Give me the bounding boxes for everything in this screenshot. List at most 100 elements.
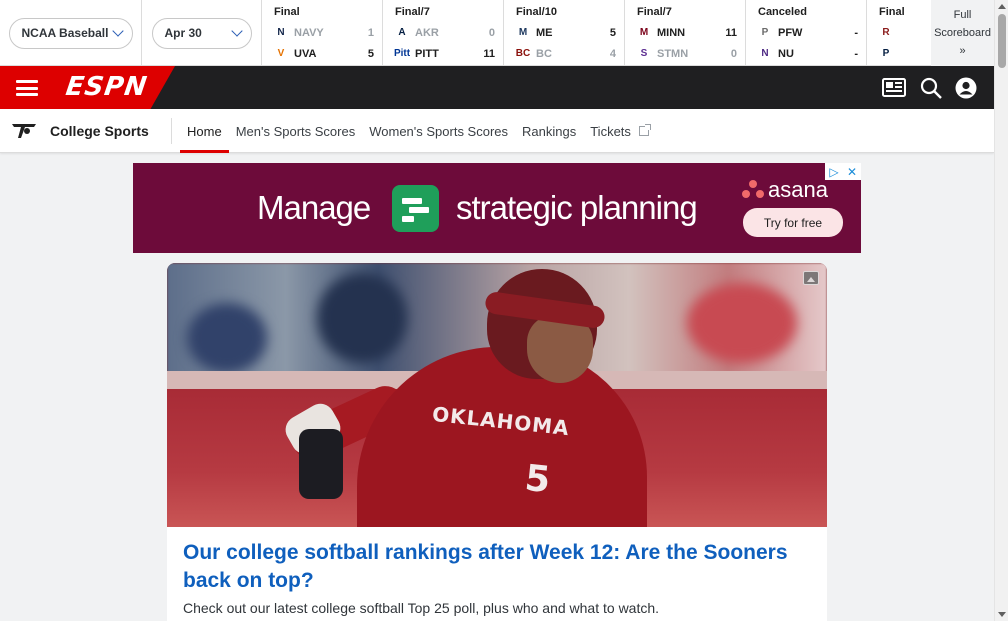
team-logo-icon: N [277, 27, 285, 38]
team-logo-icon: BC [515, 48, 531, 59]
full-scoreboard-link[interactable]: Full Scoreboard » [931, 0, 994, 66]
team-logo-icon: A [398, 27, 406, 38]
game-status: Final/7 [637, 6, 672, 18]
team-row: M MINN 11 [637, 22, 737, 43]
date-selector[interactable]: Apr 30 [151, 17, 252, 49]
team-logo-icon: S [640, 48, 648, 59]
close-icon[interactable]: ✕ [843, 163, 861, 180]
team-row: P PFW - [758, 22, 858, 43]
team-score: 0 [488, 26, 495, 39]
full-scoreboard-line2: Scoreboard » [934, 27, 991, 57]
team-score: 11 [725, 26, 737, 39]
date-selector-label: Apr 30 [164, 26, 202, 40]
hamburger-menu-icon[interactable] [16, 80, 38, 96]
team-score: 1 [367, 26, 374, 39]
asana-dots-icon [742, 180, 764, 200]
top-story-card[interactable]: OKLAHOMA 5 Our college softball rankings… [167, 263, 827, 621]
espn-logo[interactable]: ESPN [64, 72, 150, 102]
team-row: P [879, 43, 923, 64]
team-logo-icon: M [639, 27, 649, 38]
team-abbr: PFW [778, 26, 803, 39]
team-score: 4 [609, 47, 616, 60]
team-abbr: UVA [294, 47, 317, 60]
sport-selector[interactable]: NCAA Baseball [8, 17, 133, 49]
team-logo-icon: R [882, 27, 890, 38]
game-card[interactable]: Final/7 M MINN 11 S STMN 0 [625, 0, 746, 66]
tab-mens-scores-label: Men's Sports Scores [235, 123, 356, 139]
tab-tickets[interactable]: Tickets [583, 109, 656, 153]
team-logo-icon: M [518, 27, 528, 38]
espn-header: ESPN [0, 66, 994, 109]
game-status: Final [879, 6, 905, 18]
team-logo-icon: V [277, 48, 285, 59]
section-title[interactable]: College Sports [50, 123, 149, 139]
page-scrollbar[interactable] [994, 0, 1008, 621]
game-card[interactable]: Final R P [867, 0, 931, 66]
ad-cta-button[interactable]: Try for free [743, 208, 843, 237]
advertisement-banner[interactable]: Manage strategic planning asana Try for … [133, 163, 861, 253]
team-row: A AKR 0 [395, 22, 495, 43]
ncaa-logo-icon[interactable] [12, 123, 36, 144]
team-row: BC BC 4 [516, 43, 616, 64]
team-row: Pitt PITT 11 [393, 43, 495, 64]
tab-rankings-label: Rankings [522, 123, 577, 139]
hero-image[interactable]: OKLAHOMA 5 [167, 263, 827, 527]
article-headline[interactable]: Our college softball rankings after Week… [183, 539, 803, 595]
tab-mens-scores[interactable]: Men's Sports Scores [229, 109, 363, 153]
tab-womens-scores[interactable]: Women's Sports Scores [362, 109, 515, 153]
team-score: 5 [367, 47, 374, 60]
team-logo-icon: N [761, 48, 769, 59]
team-logo-icon: P [761, 27, 769, 38]
team-score: 11 [483, 47, 495, 60]
game-status: Final [274, 6, 300, 18]
team-score: 5 [609, 26, 616, 39]
ad-brand-name: asana [768, 177, 828, 202]
team-abbr: STMN [657, 47, 689, 60]
article-dek: Check out our latest college softball To… [183, 600, 660, 616]
game-status: Canceled [758, 6, 807, 18]
news-icon[interactable] [882, 76, 906, 100]
ad-text-manage: Manage [257, 189, 371, 226]
team-row: V UVA 5 [274, 43, 374, 64]
scoreboard-strip: NCAA Baseball Apr 30 Final N NAVY 1 V UVA 5 Fin… [0, 0, 994, 66]
team-row: N NU - [758, 43, 858, 64]
team-abbr: PITT [415, 47, 439, 60]
profile-icon[interactable] [954, 76, 978, 100]
team-row: N NAVY 1 [274, 22, 374, 43]
espn-page: NCAA Baseball Apr 30 Final N NAVY 1 V UVA 5 Fin… [0, 0, 1008, 621]
photo-gallery-icon[interactable] [803, 271, 819, 285]
team-score: - [854, 47, 858, 60]
tab-womens-scores-label: Women's Sports Scores [369, 123, 509, 139]
team-abbr: NU [778, 47, 794, 60]
team-abbr: ME [536, 26, 553, 39]
game-status: Final/10 [516, 6, 557, 18]
ad-text-strategic: strategic planning [456, 189, 698, 226]
jersey-number: 5 [522, 457, 553, 502]
search-icon[interactable] [919, 76, 943, 100]
scroll-up-icon[interactable] [998, 4, 1006, 9]
tab-rankings[interactable]: Rankings [515, 109, 583, 153]
tab-home-label: Home [187, 123, 222, 139]
game-card[interactable]: Final/7 A AKR 0 Pitt PITT 11 [383, 0, 504, 66]
team-abbr: NAVY [294, 26, 324, 39]
sport-selector-wrap: NCAA Baseball [0, 0, 142, 66]
team-row: M ME 5 [516, 22, 616, 43]
team-score: 0 [730, 47, 737, 60]
adchoices-icon[interactable]: ▷ [825, 163, 843, 180]
section-links: Home Men's Sports Scores Women's Sports … [180, 109, 656, 153]
sport-selector-label: NCAA Baseball [21, 26, 109, 40]
tab-tickets-label: Tickets [590, 123, 631, 139]
tab-home[interactable]: Home [180, 109, 229, 153]
game-card[interactable]: Canceled P PFW - N NU - [746, 0, 867, 66]
game-card[interactable]: Final N NAVY 1 V UVA 5 [262, 0, 383, 66]
team-logo-icon: Pitt [393, 48, 411, 59]
game-status: Final/7 [395, 6, 430, 18]
scrollbar-thumb[interactable] [998, 14, 1006, 68]
divider [171, 118, 172, 144]
ad-choices[interactable]: ▷ ✕ [825, 163, 861, 180]
team-row: R [879, 22, 923, 43]
full-scoreboard-line1: Full [953, 9, 972, 21]
game-card[interactable]: Final/10 M ME 5 BC BC 4 [504, 0, 625, 66]
scroll-down-icon[interactable] [998, 612, 1006, 617]
chevron-down-icon [111, 25, 124, 37]
